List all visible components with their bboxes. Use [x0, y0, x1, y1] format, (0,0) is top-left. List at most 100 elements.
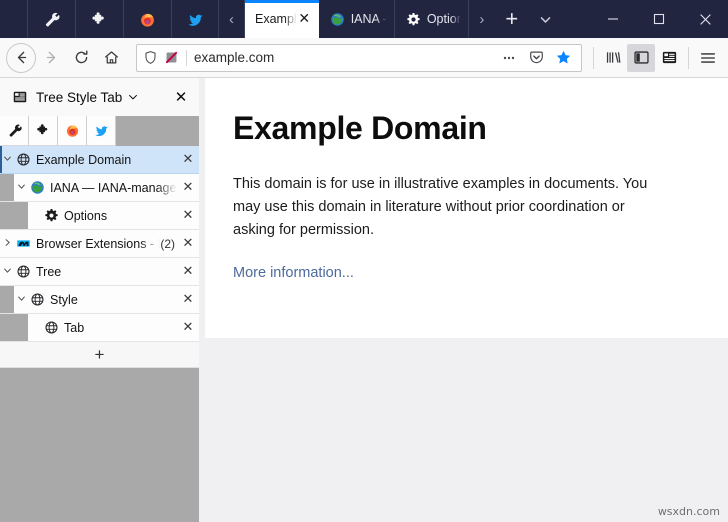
mozilla-icon [15, 236, 31, 252]
tracker-blocked-icon[interactable] [164, 50, 185, 65]
titlebar-drag-space [0, 0, 27, 38]
twisty-open-icon[interactable] [0, 266, 15, 277]
sidebar-pinned-wrench[interactable] [0, 116, 29, 146]
home-button[interactable] [96, 43, 126, 73]
pinned-tab-twitter[interactable] [171, 0, 219, 38]
tab-tree-row[interactable]: Browser Extensions - M (2) ✕ [0, 230, 199, 258]
iana-globe-icon [29, 180, 45, 196]
twisty-closed-icon[interactable] [0, 238, 15, 249]
tree-indent [0, 314, 28, 341]
url-input[interactable]: example.com [194, 50, 493, 65]
tab-tree-label: Style [50, 292, 78, 307]
tab-example-domain[interactable]: Exampl ✕ [245, 0, 319, 38]
pinned-tab-wrench[interactable] [27, 0, 75, 38]
plus-icon: + [94, 345, 105, 364]
close-icon[interactable]: ✕ [177, 208, 199, 223]
tab-scroll-right-label: › [479, 10, 485, 28]
sidebar-toggle-icon [633, 51, 649, 64]
page-actions-button[interactable] [497, 46, 521, 70]
window-minimize-button[interactable] [590, 0, 636, 38]
tab-options[interactable]: Optior [395, 0, 469, 38]
tree-style-tab-icon [662, 51, 676, 64]
close-icon[interactable]: ✕ [177, 264, 199, 279]
new-tab-button[interactable]: + [495, 0, 529, 38]
hamburger-menu-icon [701, 52, 715, 63]
maximize-icon [653, 13, 665, 25]
sidebar-pinned-tabs [0, 116, 199, 146]
globe-icon [15, 264, 31, 280]
bookmark-star-icon [556, 50, 570, 64]
tab-tree-label: Browser Extensions - M [36, 236, 161, 251]
pinned-tab-firefox[interactable] [123, 0, 171, 38]
puzzle-piece-icon [92, 11, 104, 24]
more-information-link[interactable]: More information... [233, 265, 354, 281]
sidebar-new-tab-button[interactable]: + [0, 342, 199, 368]
window-maximize-button[interactable] [636, 0, 682, 38]
forward-arrow-icon [46, 51, 55, 64]
tab-tree-row[interactable]: Tab ✕ [0, 314, 199, 342]
library-button[interactable] [599, 44, 627, 72]
window-close-button[interactable] [682, 0, 728, 38]
pocket-save-button[interactable] [524, 46, 548, 70]
tab-strip: Exampl ✕ IANA - Optior [245, 0, 469, 38]
tab-label: Exampl [255, 12, 297, 26]
close-icon[interactable]: ✕ [177, 152, 199, 167]
tree-style-tab-button[interactable] [655, 44, 683, 72]
sidebar-pinned-extensions[interactable] [29, 116, 58, 146]
url-bar-divider [186, 49, 187, 66]
globe-icon [29, 292, 45, 308]
sidebar-pinned-twitter[interactable] [87, 116, 116, 146]
sidebar-empty-area [0, 368, 199, 522]
tab-tree-row[interactable]: Example Domain ✕ [0, 146, 199, 174]
back-button[interactable] [6, 42, 36, 73]
bookmark-star-button[interactable] [551, 46, 575, 70]
page-title: Example Domain [233, 110, 487, 146]
close-icon[interactable]: ✕ [177, 180, 199, 195]
twisty-open-icon[interactable] [0, 154, 15, 165]
tab-tree-row[interactable]: IANA — IANA-manage ✕ [0, 174, 199, 202]
firefox-icon [66, 125, 78, 137]
sidebar-title: Tree Style Tab [36, 89, 123, 105]
close-icon[interactable]: ✕ [177, 320, 199, 335]
url-bar[interactable]: example.com [136, 43, 582, 72]
plus-icon: + [505, 6, 519, 31]
tab-tree-list: Example Domain ✕ IANA — IANA-manage ✕ Option… [0, 146, 199, 342]
twisty-open-icon[interactable] [14, 294, 29, 305]
globe-icon [15, 152, 31, 168]
content-area: Example Domain This domain is for use in… [205, 78, 728, 522]
tree-indent [0, 202, 28, 229]
tree-style-tab-icon [12, 89, 28, 105]
navigation-toolbar: example.com [0, 38, 728, 78]
tab-tree-label: Options [64, 208, 108, 223]
close-icon[interactable]: ✕ [177, 236, 199, 251]
title-bar: ‹ Exampl ✕ IANA - Optior › + [0, 0, 728, 38]
iana-globe-icon [329, 11, 346, 28]
close-icon[interactable]: ✕ [177, 292, 199, 307]
sidebar-pinned-firefox[interactable] [58, 116, 87, 146]
minimize-icon [608, 18, 618, 20]
tab-iana[interactable]: IANA - [319, 0, 395, 38]
app-menu-button[interactable] [694, 44, 722, 72]
reload-button[interactable] [66, 43, 96, 73]
globe-icon [43, 320, 59, 336]
tab-tree-row[interactable]: Options ✕ [0, 202, 199, 230]
tab-scroll-right-button[interactable]: › [469, 0, 495, 38]
list-all-tabs-button[interactable] [529, 0, 563, 38]
watermark: wsxdn.com [657, 505, 720, 518]
chevron-down-icon [541, 16, 551, 23]
close-icon[interactable]: ✕ [171, 88, 191, 106]
tracking-protection-shield-icon[interactable] [143, 50, 164, 65]
gear-icon [43, 208, 59, 224]
chevron-down-icon[interactable] [128, 92, 138, 102]
tab-tree-label: Tab [64, 320, 85, 335]
pinned-tab-extensions[interactable] [75, 0, 123, 38]
sidebar-toggle-button[interactable] [627, 43, 655, 72]
tab-scroll-left-button[interactable]: ‹ [219, 0, 245, 38]
forward-button[interactable] [36, 43, 66, 73]
close-icon[interactable]: ✕ [297, 12, 312, 26]
tab-tree-row[interactable]: Tree ✕ [0, 258, 199, 286]
tree-style-tab-sidebar: Tree Style Tab ✕ Example Domain ✕ IANA —… [0, 78, 199, 522]
tab-tree-row[interactable]: Style ✕ [0, 286, 199, 314]
tab-tree-label: Tree [36, 264, 62, 279]
twisty-open-icon[interactable] [14, 182, 29, 193]
